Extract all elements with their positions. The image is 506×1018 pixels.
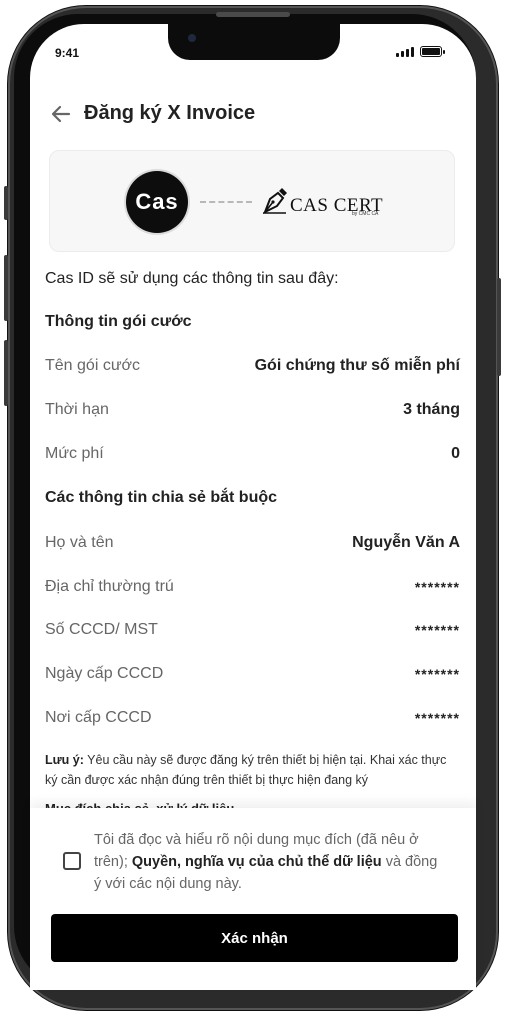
row-value: ******* (414, 579, 460, 595)
info-row: Nơi cấp CCCD ******* (45, 709, 460, 727)
connector-dashes (200, 201, 252, 203)
confirm-button[interactable]: Xác nhận (51, 914, 458, 962)
row-value: ******* (414, 666, 460, 682)
rights-link[interactable]: Quyền, nghĩa vụ của chủ thể dữ liệu (132, 854, 382, 870)
cas-logo: Cas (126, 171, 188, 233)
page-title: Đăng ký X Invoice (84, 102, 256, 124)
row-label: Nơi cấp CCCD (45, 709, 152, 726)
row-value: ******* (414, 710, 460, 726)
battery-icon (420, 46, 445, 57)
purpose-heading: Mục đích chia sẻ, xử lý dữ liệu (45, 800, 234, 808)
note: Lưu ý: Yêu cầu này sẽ được đăng ký trên … (45, 750, 451, 790)
front-camera (188, 34, 196, 42)
cas-cert-subtext: by CMC CA (352, 211, 379, 217)
signal-icon (396, 46, 414, 57)
row-value: 0 (451, 445, 460, 462)
info-row: Ngày cấp CCCD ******* (45, 665, 460, 683)
info-row: Số CCCD/ MST ******* (45, 621, 460, 639)
row-label: Ngày cấp CCCD (45, 665, 164, 682)
info-row: Thời hạn 3 tháng (45, 401, 460, 419)
info-row: Địa chỉ thường trú ******* (45, 578, 460, 596)
row-value: Nguyễn Văn A (352, 534, 460, 551)
row-label: Tên gói cước (45, 357, 141, 374)
volume-up-button (4, 255, 8, 321)
info-row: Tên gói cước Gói chứng thư số miễn phí (45, 357, 460, 375)
status-time: 9:41 (55, 46, 80, 60)
row-label: Địa chỉ thường trú (45, 578, 174, 595)
row-label: Thời hạn (45, 401, 109, 418)
speaker (216, 12, 290, 17)
note-text: Yêu cầu này sẽ được đăng ký trên thiết b… (45, 753, 447, 787)
row-value: ******* (414, 622, 460, 638)
info-row: Họ và tên Nguyễn Văn A (45, 534, 460, 552)
consent-checkbox[interactable] (63, 852, 81, 870)
power-button (497, 278, 501, 376)
intro-text: Cas ID sẽ sử dụng các thông tin sau đây: (45, 270, 339, 287)
package-section-title: Thông tin gói cước (45, 313, 192, 330)
pen-nib-icon (263, 188, 287, 215)
row-value: 3 tháng (403, 401, 460, 418)
note-label: Lưu ý: (45, 753, 84, 767)
volume-down-button (4, 340, 8, 406)
row-label: Số CCCD/ MST (45, 621, 158, 638)
status-icons (396, 46, 445, 57)
row-value: Gói chứng thư số miễn phí (254, 357, 460, 374)
cas-logo-text: Cas (135, 189, 179, 214)
logo-card: Cas CAS CERT by CMC CA (49, 150, 455, 252)
row-label: Mức phí (45, 445, 104, 462)
consent-text: Tôi đã đọc và hiểu rõ nội dung mục đích … (94, 829, 444, 895)
mute-switch (4, 186, 8, 220)
share-section-title: Các thông tin chia sẻ bắt buộc (45, 489, 278, 506)
header: Đăng ký X Invoice (50, 102, 255, 125)
row-label: Họ và tên (45, 534, 114, 551)
cas-cert-logo: CAS CERT by CMC CA (262, 187, 383, 217)
info-row: Mức phí 0 (45, 445, 460, 463)
back-arrow-icon[interactable] (50, 103, 72, 125)
